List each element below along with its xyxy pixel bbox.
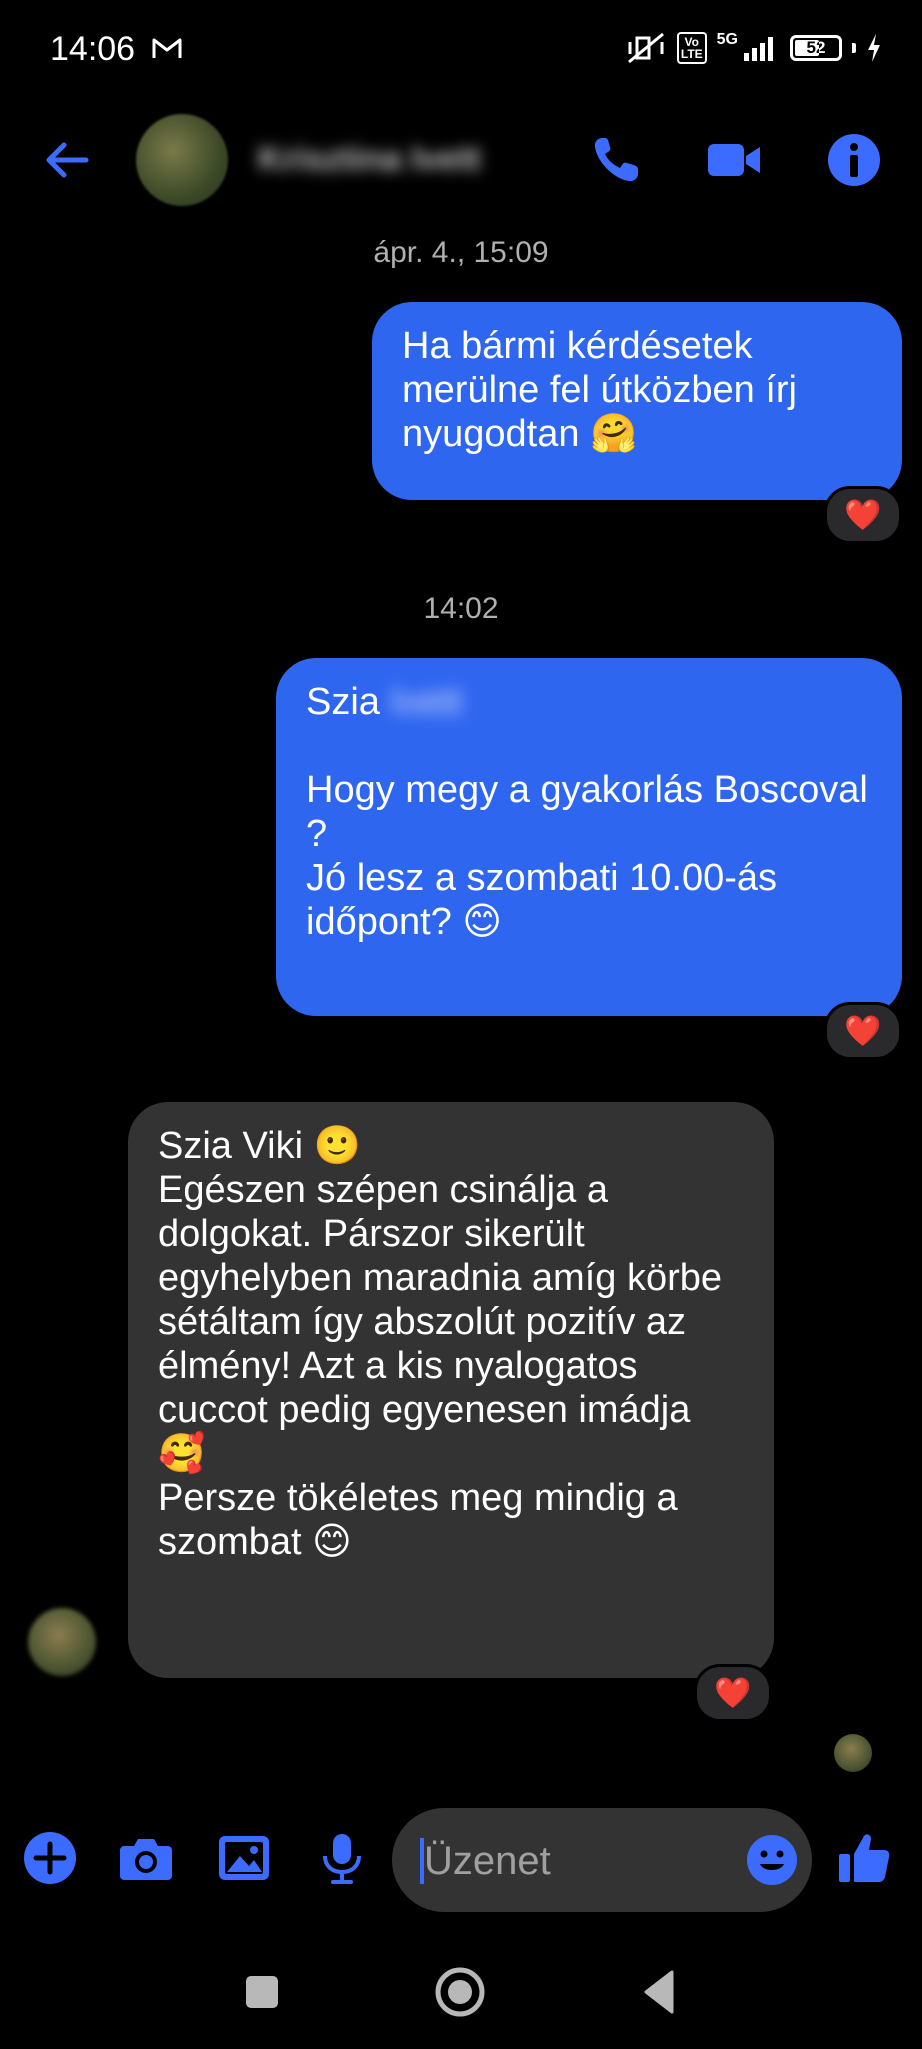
thumbs-up-icon[interactable] <box>836 1830 892 1886</box>
heart-icon: ❤️ <box>844 498 882 532</box>
message-greeting: Szia Ivett <box>306 680 872 724</box>
signal-icon <box>744 37 773 61</box>
timestamp: ápr. 4., 15:09 <box>373 236 549 269</box>
recent-apps-button[interactable] <box>232 1962 292 2022</box>
heart-icon: ❤️ <box>844 1014 882 1048</box>
back-nav-button[interactable] <box>632 1962 692 2022</box>
heart-reaction[interactable]: ❤️ <box>824 486 902 544</box>
message-text: Szia Viki 🙂 Egészen szépen csinálja a do… <box>158 1125 723 1563</box>
status-icons: Vo LTE 5G 52 <box>625 31 882 64</box>
heart-reaction[interactable]: ❤️ <box>694 1664 772 1722</box>
blurred-name: Ivett <box>390 681 463 723</box>
emoji-icon[interactable] <box>744 1832 800 1888</box>
outgoing-message[interactable]: Ha bármi kérdésetek merülne fel útközben… <box>372 302 902 500</box>
message-input-container[interactable] <box>392 1808 812 1914</box>
microphone-icon[interactable] <box>314 1830 370 1886</box>
video-call-icon[interactable] <box>706 132 762 188</box>
chat-header: Krisztina Ivett <box>0 100 922 220</box>
gallery-icon[interactable] <box>216 1830 272 1886</box>
phone-call-icon[interactable] <box>588 132 644 188</box>
plus-icon[interactable] <box>22 1830 78 1886</box>
battery-level: 52 <box>806 38 826 57</box>
back-arrow-icon[interactable] <box>42 135 92 185</box>
greeting-text: Szia <box>306 681 380 723</box>
volte-icon: Vo LTE <box>676 32 707 64</box>
battery-icon: 52 <box>790 35 842 61</box>
gmail-icon <box>152 38 182 58</box>
message-input[interactable] <box>422 1808 726 1914</box>
home-button[interactable] <box>430 1962 490 2022</box>
system-nav-bar <box>0 1940 922 2049</box>
network-type: 5G <box>716 31 738 48</box>
status-time: 14:06 <box>50 30 136 68</box>
contact-avatar[interactable] <box>136 114 228 206</box>
timestamp: 14:02 <box>423 592 499 625</box>
heart-icon: ❤️ <box>714 1676 752 1710</box>
outgoing-message[interactable]: Szia Ivett Hogy megy a gyakorlás Boscova… <box>276 658 902 1016</box>
status-bar: 14:06 Vo LTE 5G 52 <box>0 0 922 100</box>
message-text: Ha bármi kérdésetek merülne fel útközben… <box>402 325 808 455</box>
mute-vibrate-icon <box>627 32 664 64</box>
battery-nub <box>852 43 856 53</box>
camera-icon[interactable] <box>118 1830 174 1886</box>
message-text: Hogy megy a gyakorlás Boscoval ? Jó lesz… <box>306 769 868 943</box>
message-composer <box>0 1800 922 1920</box>
seen-receipt-avatar <box>834 1734 872 1772</box>
incoming-message[interactable]: Szia Viki 🙂 Egészen szépen csinálja a do… <box>128 1102 774 1678</box>
charging-icon <box>868 34 880 62</box>
info-icon[interactable] <box>826 132 882 188</box>
contact-name[interactable]: Krisztina Ivett <box>258 140 481 179</box>
sender-avatar[interactable] <box>28 1608 96 1676</box>
heart-reaction[interactable]: ❤️ <box>824 1002 902 1060</box>
